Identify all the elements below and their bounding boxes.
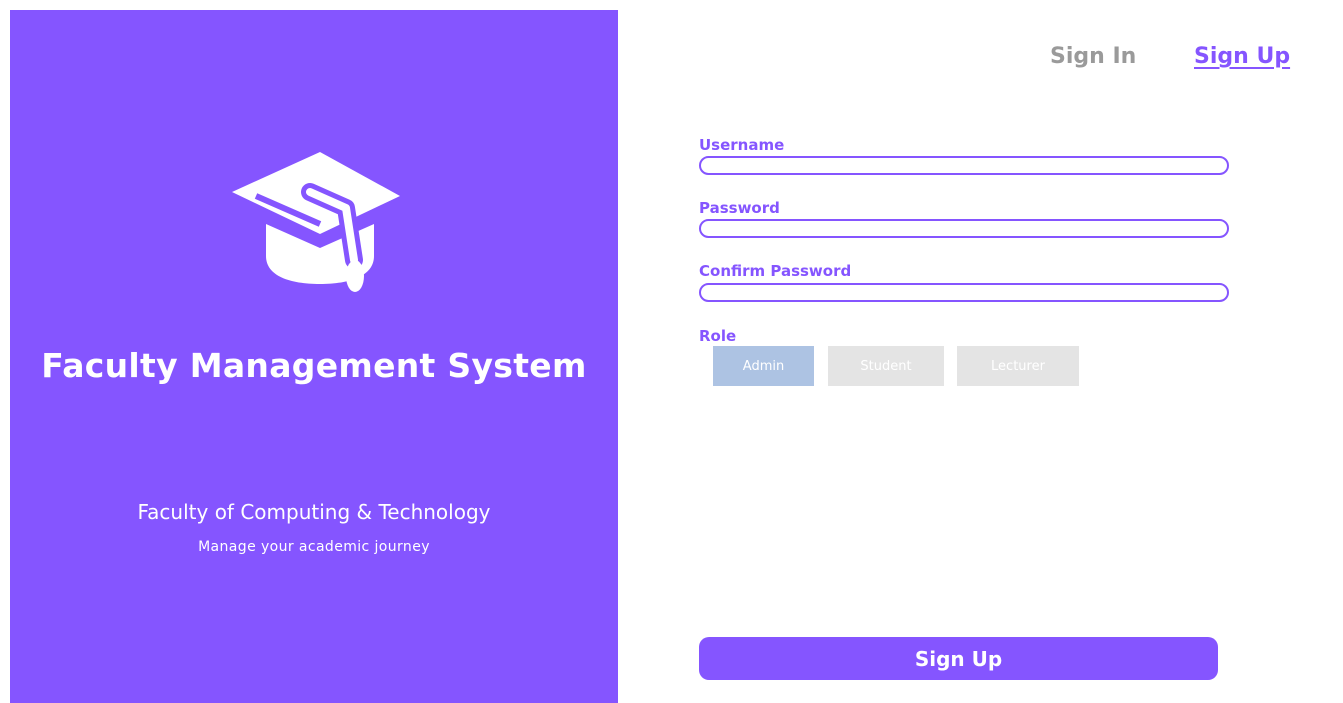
tab-sign-up[interactable]: Sign Up: [1194, 44, 1290, 69]
role-admin-button[interactable]: Admin: [713, 346, 814, 386]
password-input[interactable]: [699, 219, 1229, 238]
tagline: Manage your academic journey: [198, 539, 430, 555]
faculty-name: Faculty of Computing & Technology: [137, 500, 491, 524]
password-label: Password: [699, 199, 780, 217]
tab-sign-in[interactable]: Sign In: [1050, 44, 1136, 69]
signup-window: Faculty Management System Faculty of Com…: [0, 0, 1343, 703]
username-label: Username: [699, 136, 785, 154]
brand-panel: Faculty Management System Faculty of Com…: [10, 10, 618, 703]
sign-up-button[interactable]: Sign Up: [699, 637, 1218, 680]
app-title: Faculty Management System: [41, 346, 587, 385]
username-input[interactable]: [699, 156, 1229, 175]
confirm-password-label: Confirm Password: [699, 262, 852, 280]
graduation-cap-icon: [232, 152, 400, 292]
role-student-button[interactable]: Student: [828, 346, 944, 386]
role-lecturer-button[interactable]: Lecturer: [957, 346, 1079, 386]
confirm-password-input[interactable]: [699, 283, 1229, 302]
role-label: Role: [699, 327, 737, 345]
